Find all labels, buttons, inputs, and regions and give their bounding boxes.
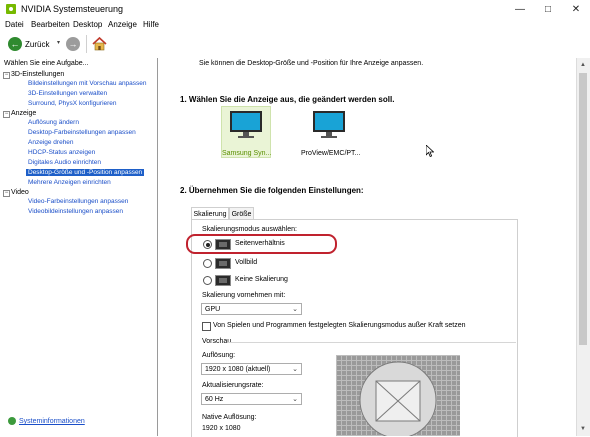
perform-on-select[interactable]: GPU ⌄ bbox=[201, 303, 302, 315]
tree-group-video[interactable]: Video bbox=[11, 189, 29, 196]
resolution-value: 1920 x 1080 (aktuell) bbox=[205, 365, 271, 373]
menu-anzeige[interactable]: Anzeige bbox=[108, 20, 137, 29]
intro-text: Sie können die Desktop-Größe und -Positi… bbox=[199, 60, 424, 67]
override-checkbox[interactable] bbox=[202, 322, 211, 331]
expander-video-icon[interactable]: − bbox=[3, 190, 10, 197]
monitor-icon bbox=[228, 110, 264, 140]
radio-fullscreen[interactable] bbox=[203, 259, 212, 268]
tree-item-rotate[interactable]: Anzeige drehen bbox=[28, 139, 74, 146]
tree-item-digital-audio[interactable]: Digitales Audio einrichten bbox=[28, 159, 101, 166]
minimize-button[interactable]: — bbox=[506, 0, 534, 18]
window-title: NVIDIA Systemsteuerung bbox=[21, 4, 124, 14]
radio-no-scaling[interactable] bbox=[203, 276, 212, 285]
native-resolution-label: Native Auflösung: bbox=[202, 414, 257, 421]
monitor-icon[interactable] bbox=[311, 110, 347, 140]
tree-item-desktop-color[interactable]: Desktop-Farbeinstellungen anpassen bbox=[28, 129, 136, 136]
tree-item-multi-display[interactable]: Mehrere Anzeigen einrichten bbox=[28, 179, 111, 186]
tree-item-surround-physx[interactable]: Surround, PhysX konfigurieren bbox=[28, 100, 117, 107]
menu-bar: Datei Bearbeiten Desktop Anzeige Hilfe bbox=[0, 18, 590, 31]
option-no-scaling-label[interactable]: Keine Skalierung bbox=[235, 276, 288, 283]
resolution-label: Auflösung: bbox=[202, 352, 236, 359]
toolbar-separator bbox=[86, 35, 87, 53]
chevron-down-icon: ⌄ bbox=[292, 306, 298, 313]
scroll-thumb[interactable] bbox=[579, 73, 587, 345]
tree-item-3d-preview[interactable]: Bildeinstellungen mit Vorschau anpassen bbox=[28, 80, 147, 87]
expander-anzeige-icon[interactable]: − bbox=[3, 111, 10, 118]
preview-divider bbox=[228, 342, 516, 343]
tree-item-desktop-size-position[interactable]: Desktop-Größe und -Position anpassen bbox=[26, 169, 145, 176]
chevron-down-icon: ⌄ bbox=[292, 396, 298, 403]
home-icon[interactable] bbox=[92, 36, 107, 51]
mouse-cursor-icon bbox=[425, 144, 435, 158]
no-scaling-icon bbox=[215, 275, 231, 286]
scroll-down-icon[interactable]: ▼ bbox=[576, 422, 590, 436]
step1-heading: 1. Wählen Sie die Anzeige aus, die geänd… bbox=[180, 95, 395, 104]
back-button-label[interactable]: Zurück bbox=[25, 40, 49, 49]
toolbar bbox=[0, 31, 590, 59]
system-info-icon[interactable] bbox=[8, 417, 16, 425]
tree-item-resolution[interactable]: Auflösung ändern bbox=[28, 119, 79, 126]
perform-on-label: Skalierung vornehmen mit: bbox=[202, 292, 286, 299]
nvidia-app-icon bbox=[6, 4, 16, 14]
expander-3d-icon[interactable]: − bbox=[3, 72, 10, 79]
system-info-link[interactable]: Systeminformationen bbox=[19, 418, 85, 425]
menu-desktop[interactable]: Desktop bbox=[73, 20, 102, 29]
tree-group-3d[interactable]: 3D-Einstellungen bbox=[11, 71, 64, 78]
override-checkbox-label[interactable]: Von Spielen und Programmen festgelegten … bbox=[213, 322, 466, 329]
refresh-rate-label: Aktualisierungsrate: bbox=[202, 382, 264, 389]
tree-item-video-image[interactable]: Videobildeinstellungen anpassen bbox=[28, 208, 123, 215]
option-fullscreen-label[interactable]: Vollbild bbox=[235, 259, 257, 266]
close-button[interactable]: ✕ bbox=[562, 0, 590, 18]
step2-heading: 2. Übernehmen Sie die folgenden Einstell… bbox=[180, 186, 364, 195]
menu-bearbeiten[interactable]: Bearbeiten bbox=[31, 20, 70, 29]
native-resolution-value: 1920 x 1080 bbox=[202, 425, 241, 432]
menu-hilfe[interactable]: Hilfe bbox=[143, 20, 159, 29]
preview-label: Vorschau bbox=[202, 338, 232, 345]
tree-item-video-color[interactable]: Video-Farbeinstellungen anpassen bbox=[28, 198, 128, 205]
back-arrow-icon[interactable]: ← bbox=[8, 37, 22, 51]
display-label-proview[interactable]: ProView/EMC/PT... bbox=[301, 150, 360, 157]
refresh-rate-value: 60 Hz bbox=[205, 395, 224, 403]
fullscreen-icon bbox=[215, 258, 231, 269]
chevron-down-icon: ⌄ bbox=[292, 366, 298, 373]
menu-datei[interactable]: Datei bbox=[5, 20, 24, 29]
scroll-up-icon[interactable]: ▲ bbox=[576, 58, 590, 72]
task-panel-header: Wählen Sie eine Aufgabe... bbox=[4, 60, 89, 67]
maximize-button[interactable]: □ bbox=[534, 0, 562, 18]
refresh-rate-select[interactable]: 60 Hz ⌄ bbox=[201, 393, 302, 405]
perform-on-value: GPU bbox=[205, 305, 221, 313]
annotation-highlight bbox=[186, 234, 337, 254]
tree-item-hdcp[interactable]: HDCP-Status anzeigen bbox=[28, 149, 95, 156]
display-label-samsung[interactable]: Samsung Syn... bbox=[222, 150, 271, 157]
scaling-mode-label: Skalierungsmodus auswählen: bbox=[202, 226, 297, 233]
scaling-preview-image bbox=[336, 355, 460, 436]
tree-item-3d-manage[interactable]: 3D-Einstellungen verwalten bbox=[28, 90, 107, 97]
tree-group-anzeige[interactable]: Anzeige bbox=[11, 110, 36, 117]
resolution-select[interactable]: 1920 x 1080 (aktuell) ⌄ bbox=[201, 363, 302, 375]
back-history-dropdown-icon[interactable]: ▾ bbox=[57, 39, 60, 46]
forward-arrow-icon[interactable]: → bbox=[66, 37, 80, 51]
